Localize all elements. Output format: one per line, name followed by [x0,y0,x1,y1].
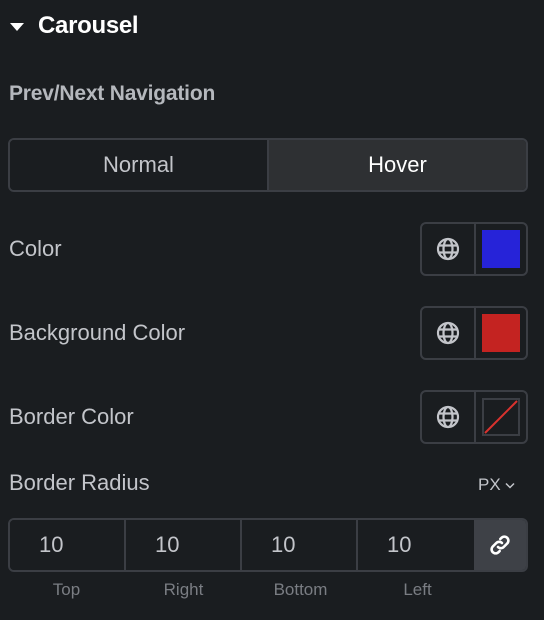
unit-select[interactable]: PX [478,472,515,498]
radius-left-label: Left [403,580,432,599]
background-color-label: Background Color [9,320,186,345]
state-tabs: Normal Hover [8,138,528,192]
global-colors-button[interactable] [422,224,476,274]
caret-down-icon [10,22,24,31]
color-swatch-button[interactable] [476,224,526,274]
border-radius-label: Border Radius [9,470,150,495]
color-control [420,222,528,276]
link-values-button[interactable] [474,520,526,570]
global-colors-button[interactable] [422,392,476,442]
border-color-swatch-button[interactable] [476,392,526,442]
radius-right-label: Right [163,580,204,599]
chevron-down-icon [505,482,515,489]
subheading-prev-next-navigation: Prev/Next Navigation [9,82,216,105]
color-swatch [482,230,520,268]
border-radius-inputs: 10 10 10 10 [8,518,528,572]
radius-bottom-label: Bottom [273,580,328,599]
tab-hover[interactable]: Hover [269,140,526,190]
background-color-row: Background Color [0,306,544,360]
border-color-row: Border Color [0,390,544,444]
background-color-control [420,306,528,360]
carousel-style-panel: Carousel Prev/Next Navigation Normal Hov… [0,0,544,620]
global-colors-button[interactable] [422,308,476,358]
radius-right-input[interactable]: 10 [126,520,242,570]
border-radius-field-labels: Top Right Bottom Left [8,580,528,600]
section-toggle-carousel[interactable]: Carousel [10,6,139,46]
color-label: Color [9,236,62,261]
globe-icon [436,237,460,261]
section-title: Carousel [38,12,139,39]
radius-top-input[interactable]: 10 [10,520,126,570]
no-color-swatch-icon [482,398,520,436]
border-color-label: Border Color [9,404,134,429]
globe-icon [436,405,460,429]
background-color-swatch [482,314,520,352]
tab-normal[interactable]: Normal [10,140,269,190]
color-row: Color [0,222,544,276]
border-color-control [420,390,528,444]
radius-top-label: Top [52,580,81,599]
globe-icon [436,321,460,345]
radius-left-input[interactable]: 10 [358,520,474,570]
unit-value: PX [478,475,501,494]
link-icon [490,535,510,555]
background-color-swatch-button[interactable] [476,308,526,358]
radius-bottom-input[interactable]: 10 [242,520,358,570]
